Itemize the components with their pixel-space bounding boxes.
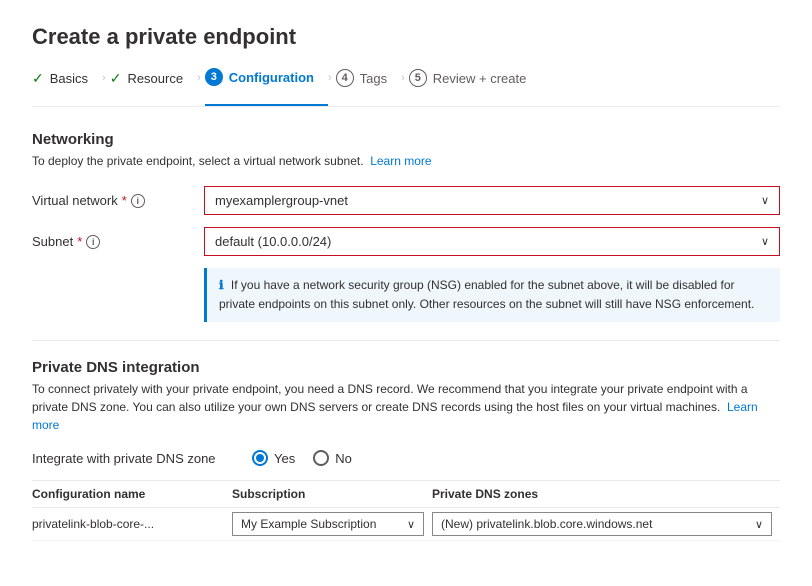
step-configuration[interactable]: 3 Configuration	[205, 68, 328, 106]
subnet-select[interactable]: default (10.0.0.0/24) ∨	[204, 227, 780, 256]
dns-zone-value: (New) privatelink.blob.core.windows.net	[441, 517, 652, 531]
networking-learn-more[interactable]: Learn more	[370, 154, 431, 168]
dns-table: Configuration name Subscription Private …	[32, 480, 780, 541]
subscription-value: My Example Subscription	[241, 517, 376, 531]
col-subscription: Subscription	[232, 487, 432, 501]
row-subscription-select[interactable]: My Example Subscription ∨	[232, 512, 432, 536]
step-circle-review: 5	[409, 69, 427, 87]
step-resource[interactable]: ✓ Resource	[110, 70, 197, 95]
subnet-required-star: *	[77, 234, 82, 249]
col-dns-zones: Private DNS zones	[432, 487, 780, 501]
step-circle-tags: 4	[336, 69, 354, 87]
step-basics-label: Basics	[50, 71, 88, 86]
step-sep-3: ›	[328, 72, 336, 92]
subnet-label: Subnet * i	[32, 234, 192, 249]
step-review-label: Review + create	[433, 71, 527, 86]
step-resource-label: Resource	[127, 71, 183, 86]
subnet-value: default (10.0.0.0/24)	[215, 234, 331, 249]
networking-title: Networking	[32, 131, 780, 148]
subnet-row: Subnet * i default (10.0.0.0/24) ∨	[32, 227, 780, 256]
step-configuration-label: Configuration	[229, 70, 314, 85]
dns-radio-group: Yes No	[252, 450, 352, 466]
subscription-dropdown[interactable]: My Example Subscription ∨	[232, 512, 424, 536]
step-sep-4: ›	[401, 72, 409, 92]
dns-title: Private DNS integration	[32, 359, 780, 376]
virtual-network-select[interactable]: myexamplergroup-vnet ∨	[204, 186, 780, 215]
subscription-chevron: ∨	[407, 518, 415, 531]
checkmark-resource: ✓	[110, 70, 122, 87]
networking-desc: To deploy the private endpoint, select a…	[32, 152, 780, 170]
dns-no-radio[interactable]	[313, 450, 329, 466]
row-config-name: privatelink-blob-core-...	[32, 517, 232, 531]
nsg-info-icon: ℹ	[219, 278, 224, 292]
subnet-chevron: ∨	[761, 235, 769, 248]
section-divider	[32, 340, 780, 341]
dns-no-label[interactable]: No	[313, 450, 352, 466]
vnet-chevron: ∨	[761, 194, 769, 207]
step-basics[interactable]: ✓ Basics	[32, 70, 102, 95]
step-tags[interactable]: 4 Tags	[336, 69, 401, 95]
subnet-info-icon[interactable]: i	[86, 235, 100, 249]
vnet-info-icon[interactable]: i	[131, 194, 145, 208]
dns-yes-label[interactable]: Yes	[252, 450, 295, 466]
dns-desc: To connect privately with your private e…	[32, 380, 780, 434]
dns-yes-text: Yes	[274, 451, 295, 466]
col-config-name: Configuration name	[32, 487, 232, 501]
networking-section: Networking To deploy the private endpoin…	[32, 131, 780, 322]
dns-table-header: Configuration name Subscription Private …	[32, 481, 780, 508]
dns-yes-radio[interactable]	[252, 450, 268, 466]
row-dns-zone-select[interactable]: (New) privatelink.blob.core.windows.net …	[432, 512, 780, 536]
step-review[interactable]: 5 Review + create	[409, 69, 541, 95]
wizard-steps: ✓ Basics › ✓ Resource › 3 Configuration …	[32, 68, 780, 107]
step-circle-config: 3	[205, 68, 223, 86]
nsg-info-banner: ℹ If you have a network security group (…	[204, 268, 780, 322]
vnet-value: myexamplergroup-vnet	[215, 193, 348, 208]
page-title: Create a private endpoint	[32, 24, 780, 50]
virtual-network-label: Virtual network * i	[32, 193, 192, 208]
dns-zone-dropdown[interactable]: (New) privatelink.blob.core.windows.net …	[432, 512, 772, 536]
dns-zone-chevron: ∨	[755, 518, 763, 531]
step-tags-label: Tags	[360, 71, 387, 86]
dns-section: Private DNS integration To connect priva…	[32, 359, 780, 541]
dns-table-row: privatelink-blob-core-... My Example Sub…	[32, 508, 780, 541]
dns-no-text: No	[335, 451, 352, 466]
dns-integrate-label: Integrate with private DNS zone	[32, 451, 252, 466]
checkmark-basics: ✓	[32, 70, 44, 87]
virtual-network-row: Virtual network * i myexamplergroup-vnet…	[32, 186, 780, 215]
step-sep-1: ›	[102, 72, 110, 92]
step-sep-2: ›	[197, 72, 205, 92]
vnet-required-star: *	[122, 193, 127, 208]
dns-integrate-row: Integrate with private DNS zone Yes No	[32, 450, 780, 466]
